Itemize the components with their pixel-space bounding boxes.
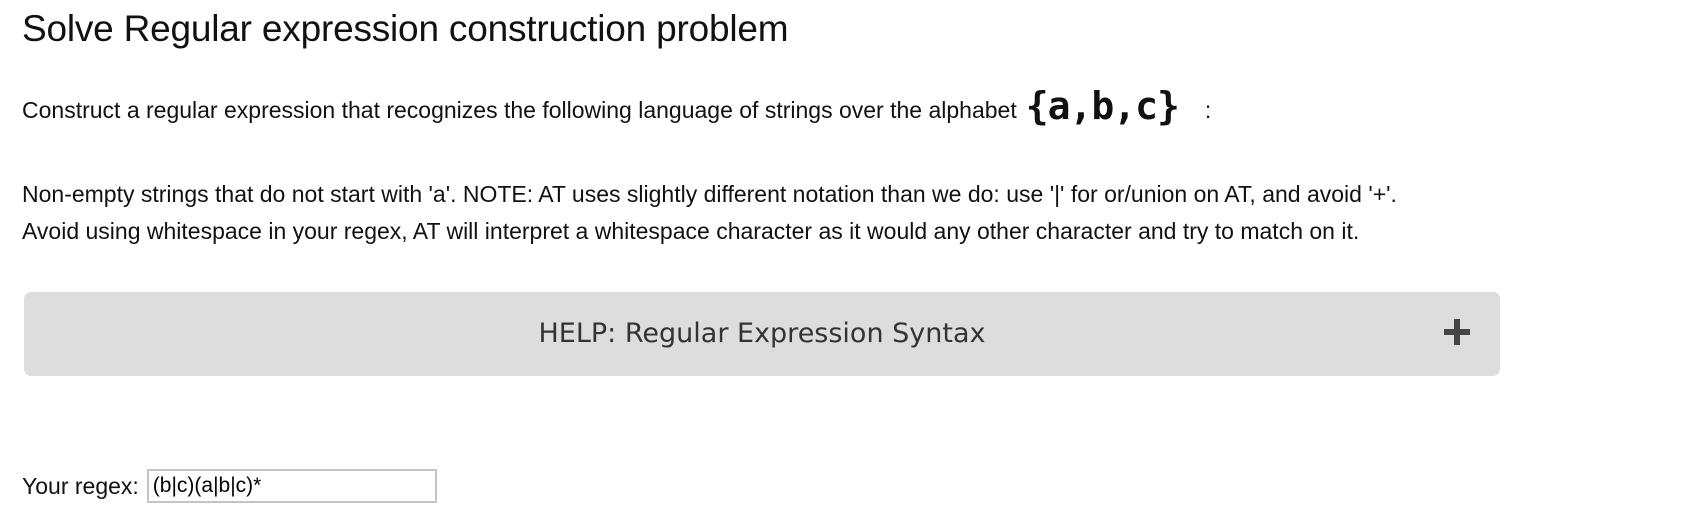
intro-colon: : — [1204, 96, 1212, 123]
intro-text: Construct a regular expression that reco… — [22, 96, 1017, 123]
help-title: HELP: Regular Expression Syntax — [538, 318, 986, 349]
alphabet-set: {a,b,c} — [1025, 84, 1180, 128]
help-accordion-toggle[interactable]: HELP: Regular Expression Syntax — [24, 292, 1500, 376]
description-line-2: Avoid using whitespace in your regex, AT… — [22, 218, 1360, 244]
regex-row: Your regex: — [22, 469, 437, 503]
problem-description: Non-empty strings that do not start with… — [22, 176, 1397, 250]
plus-icon[interactable] — [1444, 319, 1470, 345]
intro-line: Construct a regular expression that reco… — [22, 84, 1212, 132]
page-title: Solve Regular expression construction pr… — [22, 8, 789, 49]
description-line-1: Non-empty strings that do not start with… — [22, 181, 1397, 207]
regex-label: Your regex: — [22, 472, 139, 499]
regex-input[interactable] — [146, 469, 437, 503]
